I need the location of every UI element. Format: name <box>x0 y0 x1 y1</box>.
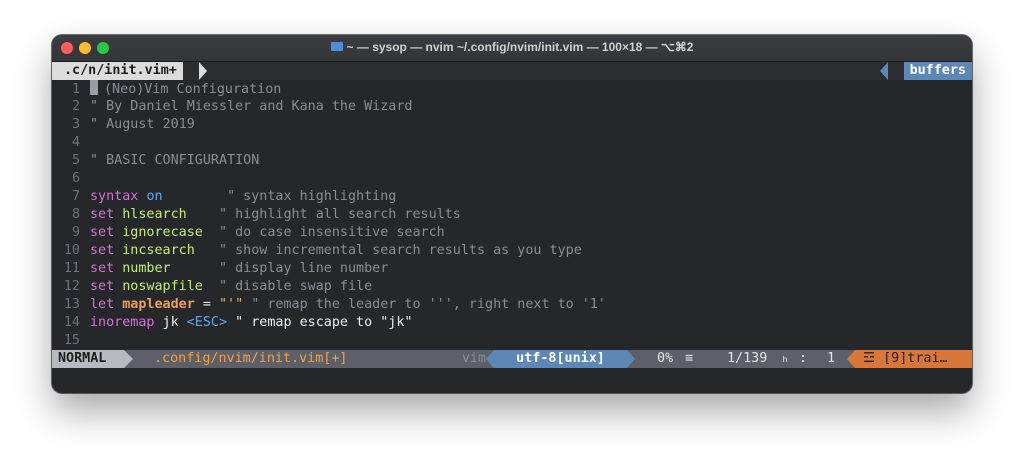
separator-left-icon <box>847 350 855 368</box>
code-keyword: set <box>90 261 115 276</box>
code-special-key: <ESC> <box>186 315 228 330</box>
code-comment: " By Daniel Miessler and Kana the Wizard <box>90 99 413 114</box>
separator-left-icon <box>486 350 494 368</box>
code-option: ignorecase <box>122 225 203 240</box>
code-padding <box>203 225 219 240</box>
line-number: 11 <box>63 261 80 276</box>
code-line: 5 " BASIC CONFIGURATION <box>52 152 972 170</box>
line-number: 1 <box>71 82 80 97</box>
code-line: 9 set ignorecase " do case insensitive se… <box>52 224 972 242</box>
code-keyword: inoremap <box>90 315 155 330</box>
line-icon: ₕ <box>781 351 790 366</box>
terminal-window: ~ — sysop — nvim ~/.config/nvim/init.vim… <box>52 35 972 393</box>
code-keyword: set <box>90 225 115 240</box>
code-padding <box>163 189 228 204</box>
tab-init-vim[interactable]: .c/n/init.vim+ <box>52 62 183 80</box>
code-mapping-rhs: " remap escape to "jk" <box>227 315 413 330</box>
status-line: NORMAL .config/nvim/init.vim[+] vim utf-… <box>52 350 972 368</box>
code-line: 15 <box>52 332 972 350</box>
code-comment: (Neo)Vim Configuration <box>104 82 282 97</box>
window-title: ~ — sysop — nvim ~/.config/nvim/init.vim… <box>346 40 694 54</box>
terminal-content[interactable]: .c/n/init.vim+ buffers 1 (Neo)Vim Configu… <box>52 62 972 368</box>
line-number: 5 <box>71 153 80 168</box>
code-keyword: set <box>90 207 115 222</box>
line-number: 6 <box>71 171 80 186</box>
code-operator: = <box>194 297 219 312</box>
line-number: 4 <box>71 135 80 150</box>
code-option: hlsearch <box>122 207 187 222</box>
code-line: 13 let mapleader = "'" " remap the leader… <box>52 296 972 314</box>
cursor-position: 0% ≡ 1/139 ₕ : 1 <box>627 350 855 368</box>
mode-indicator: NORMAL <box>52 350 124 368</box>
line-number: 3 <box>71 117 80 132</box>
trailing-whitespace-warning[interactable]: ☲ [9]trai… <box>855 350 972 368</box>
cursor <box>90 80 98 95</box>
code-line: 14 inoremap jk <ESC> " remap escape to "j… <box>52 314 972 332</box>
line-number: 13 <box>63 297 80 312</box>
editor-buffer[interactable]: 1 (Neo)Vim Configuration 2 " By Daniel Mie… <box>52 80 972 350</box>
code-padding <box>187 207 219 222</box>
scroll-percent: 0% <box>657 351 674 366</box>
code-comment: " syntax highlighting <box>227 189 397 204</box>
window-title-container: ~ — sysop — nvim ~/.config/nvim/init.vim… <box>52 40 972 54</box>
code-line: 2 " By Daniel Miessler and Kana the Wizar… <box>52 98 972 116</box>
warning-text: [9]trai… <box>883 351 948 366</box>
code-padding <box>195 243 219 258</box>
line-number: 14 <box>63 315 80 330</box>
line-number: 9 <box>71 225 80 240</box>
line-number: 10 <box>63 243 80 258</box>
code-option: incsearch <box>122 243 195 258</box>
line-number: 8 <box>71 207 80 222</box>
code-keyword: syntax <box>90 189 139 204</box>
code-comment: " disable swap file <box>219 279 373 294</box>
code-comment: " display line number <box>219 261 389 276</box>
code-keyword: set <box>90 279 115 294</box>
code-line: 1 (Neo)Vim Configuration <box>52 80 972 98</box>
line-number: 15 <box>63 333 80 348</box>
separator-left-icon <box>627 350 635 368</box>
code-comment: " remap the leader to ''', right next to… <box>243 297 606 312</box>
title-bar[interactable]: ~ — sysop — nvim ~/.config/nvim/init.vim… <box>52 35 972 62</box>
code-option: noswapfile <box>122 279 203 294</box>
code-mapping-lhs: jk <box>154 315 187 330</box>
line-number: 12 <box>63 279 80 294</box>
line-number: 2 <box>71 99 80 114</box>
line-position: 1/139 <box>727 351 768 366</box>
code-padding <box>203 279 219 294</box>
code-comment: " August 2019 <box>90 117 195 132</box>
code-variable: mapleader <box>122 297 195 312</box>
line-number: 7 <box>71 189 80 204</box>
code-line: 3 " August 2019 <box>52 116 972 134</box>
code-comment: " show incremental search results as you… <box>219 243 582 258</box>
folder-icon <box>330 42 343 51</box>
file-path: .config/nvim/init.vim[+] <box>124 350 459 368</box>
code-comment: " do case insensitive search <box>219 225 445 240</box>
warning-icon: ☲ <box>863 351 876 366</box>
code-line: 12 set noswapfile " disable swap file <box>52 278 972 296</box>
encoding: utf-8[unix] <box>494 350 627 368</box>
percent-icon: ≡ <box>685 351 694 366</box>
tab-arrow-right-icon <box>199 62 207 80</box>
code-comment: " BASIC CONFIGURATION <box>90 153 260 168</box>
separator-right-icon <box>124 350 133 368</box>
column-separator: : <box>799 351 808 366</box>
code-string: "'" <box>219 297 244 312</box>
buffers-label[interactable]: buffers <box>903 62 972 80</box>
code-boolean: on <box>146 189 163 204</box>
code-keyword: let <box>90 297 115 312</box>
code-line: 6 <box>52 170 972 188</box>
code-keyword: set <box>90 243 115 258</box>
code-option: number <box>122 261 171 276</box>
code-padding <box>171 261 219 276</box>
code-line: 10 set incsearch " show incremental searc… <box>52 242 972 260</box>
column-number: 1 <box>827 351 836 366</box>
code-line: 4 <box>52 134 972 152</box>
code-comment: " highlight all search results <box>219 207 461 222</box>
tab-arrow-left-icon <box>880 62 888 80</box>
code-line: 11 set number " display line number <box>52 260 972 278</box>
code-line: 7 syntax on " syntax highlighting <box>52 188 972 206</box>
code-line: 8 set hlsearch " highlight all search res… <box>52 206 972 224</box>
tabline: .c/n/init.vim+ buffers <box>52 62 972 80</box>
